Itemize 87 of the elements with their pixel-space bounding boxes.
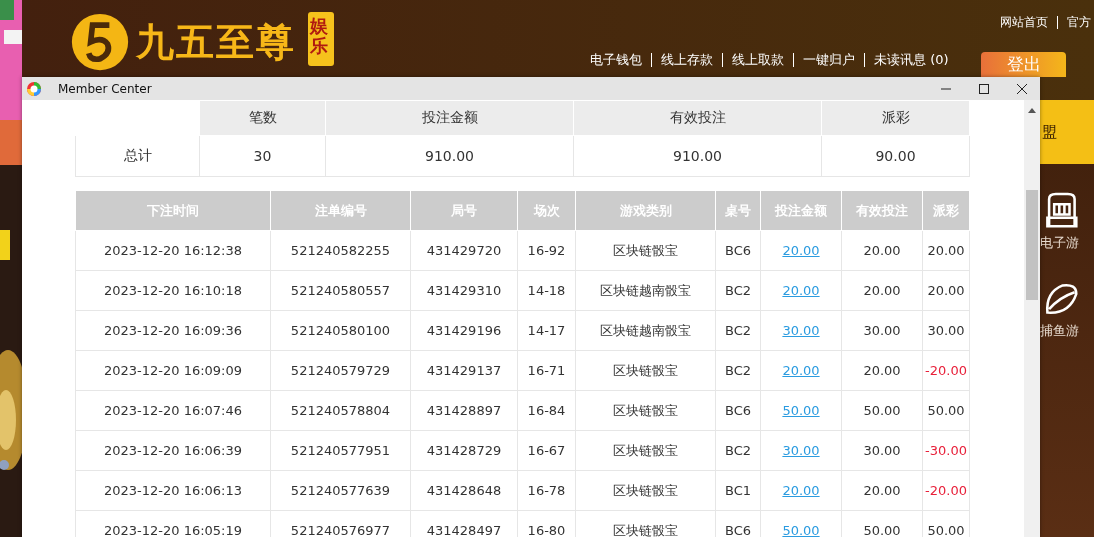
logo-badge: 娱乐 — [308, 12, 334, 66]
table-cell: 区块链越南骰宝 — [575, 310, 716, 351]
table-cell: 431429137 — [410, 350, 518, 391]
summary-header-cell: 有效投注 — [573, 100, 822, 136]
summary-cell: 90.00 — [821, 135, 970, 177]
table-cell: BC2 — [715, 430, 761, 471]
table-cell: 区块链骰宝 — [575, 390, 716, 431]
payout-cell: 50.00 — [922, 390, 970, 431]
nav-link[interactable]: 电子钱包 — [590, 51, 642, 69]
side-tab[interactable]: 盟 — [1040, 100, 1094, 164]
top-link[interactable]: 网站首页 — [1000, 14, 1048, 31]
summary-cell: 910.00 — [573, 135, 822, 177]
table-cell: 20.00 — [841, 470, 923, 511]
scrollbar[interactable] — [1024, 100, 1040, 537]
table-cell: 16-67 — [517, 430, 576, 471]
table-cell: 区块链骰宝 — [575, 430, 716, 471]
table-cell: 20.00 — [841, 270, 923, 311]
table-cell: 20.00 — [841, 230, 923, 271]
table-cell: 2023-12-20 16:07:46 — [75, 390, 271, 431]
side-label[interactable]: 电子游 — [1040, 234, 1079, 252]
table-cell: 14-18 — [517, 270, 576, 311]
nav-link[interactable]: 一键归户 — [803, 51, 855, 69]
table-cell: 431429196 — [410, 310, 518, 351]
table-cell: 16-92 — [517, 230, 576, 271]
table-cell: 区块链骰宝 — [575, 470, 716, 511]
window-title: Member Center — [58, 81, 152, 96]
top-link[interactable]: 官方 — [1067, 14, 1091, 31]
table-cell: BC2 — [715, 350, 761, 391]
table-cell: BC2 — [715, 310, 761, 351]
maximize-icon[interactable] — [978, 82, 990, 95]
table-cell: 521240577951 — [270, 430, 411, 471]
payout-cell: -20.00 — [922, 350, 970, 391]
table-cell: 521240580557 — [270, 270, 411, 311]
table-cell: 521240582255 — [270, 230, 411, 271]
summary-header-cell: 派彩 — [821, 100, 970, 136]
nav-link[interactable]: 线上取款 — [732, 51, 784, 69]
summary-header-cell: 笔数 — [199, 100, 326, 136]
summary-cell: 910.00 — [325, 135, 574, 177]
table-cell: 521240580100 — [270, 310, 411, 351]
table-cell: 521240577639 — [270, 470, 411, 511]
table-cell: 16-71 — [517, 350, 576, 391]
table-cell: 30.00 — [841, 310, 923, 351]
app-icon — [26, 80, 42, 97]
logo-icon — [70, 12, 130, 72]
scroll-up-icon[interactable] — [1028, 108, 1036, 113]
table-cell: BC2 — [715, 270, 761, 311]
close-icon[interactable] — [1016, 82, 1028, 95]
table-cell: 区块链越南骰宝 — [575, 270, 716, 311]
payout-cell: 30.00 — [922, 310, 970, 351]
slot-machine-icon[interactable] — [1044, 192, 1078, 230]
table-cell: 16-78 — [517, 470, 576, 511]
table-cell: 431428648 — [410, 470, 518, 511]
table-cell: 2023-12-20 16:12:38 — [75, 230, 271, 271]
table-cell: 50.00 — [841, 390, 923, 431]
scrollbar-thumb[interactable] — [1026, 190, 1038, 300]
table-cell: 431429310 — [410, 270, 518, 311]
table-cell: 431428729 — [410, 430, 518, 471]
table-cell: 20.00 — [841, 350, 923, 391]
payout-cell: -20.00 — [922, 470, 970, 511]
logo-text: 九五至尊 — [136, 18, 296, 66]
table-cell: 521240578804 — [270, 390, 411, 431]
table-cell: 区块链骰宝 — [575, 350, 716, 391]
table-cell: 2023-12-20 16:09:09 — [75, 350, 271, 391]
table-cell: 2023-12-20 16:06:13 — [75, 470, 271, 511]
table-cell: 14-17 — [517, 310, 576, 351]
side-label[interactable]: 捕鱼游 — [1040, 322, 1079, 340]
table-cell: 521240579729 — [270, 350, 411, 391]
nav-link[interactable]: 线上存款 — [661, 51, 713, 69]
table-cell: 2023-12-20 16:09:36 — [75, 310, 271, 351]
table-cell: 2023-12-20 16:05:19 — [75, 510, 271, 537]
table-cell: 2023-12-20 16:06:39 — [75, 430, 271, 471]
summary-header-cell: 投注金额 — [325, 100, 574, 136]
table-cell: 区块链骰宝 — [575, 230, 716, 271]
table-cell: 431429720 — [410, 230, 518, 271]
table-cell: 30.00 — [841, 430, 923, 471]
payout-cell: -30.00 — [922, 430, 970, 471]
table-cell: 2023-12-20 16:10:18 — [75, 270, 271, 311]
payout-cell: 20.00 — [922, 230, 970, 271]
nav-link[interactable]: 未读讯息 (0) — [874, 51, 949, 69]
summary-cell: 30 — [199, 135, 326, 177]
table-cell: BC6 — [715, 390, 761, 431]
table-cell: BC1 — [715, 470, 761, 511]
table-cell: BC6 — [715, 230, 761, 271]
payout-cell: 20.00 — [922, 270, 970, 311]
table-cell: 431428897 — [410, 390, 518, 431]
summary-label: 总计 — [75, 135, 200, 177]
table-cell: 16-84 — [517, 390, 576, 431]
